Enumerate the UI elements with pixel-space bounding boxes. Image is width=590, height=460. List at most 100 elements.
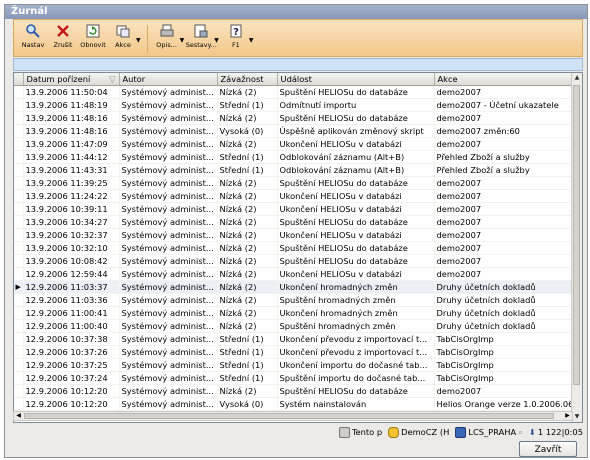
table-cell: Spuštění HELIOSu do databáze [277, 176, 435, 190]
table-row[interactable]: 13.9.2006 10:32:37 Systémový administ... N… [14, 228, 580, 242]
table-cell: 12.9.2006 10:12:20 [23, 397, 120, 411]
table-row[interactable]: 13.9.2006 11:47:09 Systémový administ... N… [14, 137, 580, 151]
close-button[interactable]: Zavřít [519, 441, 577, 457]
table-cell: Ukončení HELIOSu v databázi [277, 228, 435, 242]
table-cell: Systémový administ... [119, 176, 218, 190]
table-cell: Nízká (2) [217, 241, 278, 255]
table-cell: demo2007 [434, 384, 580, 398]
row-indicator [14, 189, 24, 203]
scroll-left-icon[interactable]: ◀ [14, 412, 23, 420]
scroll-down-icon[interactable]: ▼ [572, 412, 582, 422]
table-cell: Ukončení hromadných změn [277, 306, 435, 320]
actions-dropdown[interactable]: Akce ▼ [108, 23, 143, 49]
table-row[interactable]: 12.9.2006 10:37:38 Systémový administ... S… [14, 332, 580, 346]
row-indicator [14, 150, 24, 164]
table-row[interactable]: 13.9.2006 10:32:10 Systémový administ... N… [14, 241, 580, 255]
table-cell: Ukončení importu do dočasné tab... [277, 358, 435, 372]
table-row[interactable]: 13.9.2006 11:43:31 Systémový administ... S… [14, 163, 580, 177]
row-indicator [14, 306, 24, 320]
table-cell: 13.9.2006 11:24:22 [23, 189, 120, 203]
table-header: Datum pořízení ▽ Autor Závažnost Událost… [14, 73, 580, 86]
table-row[interactable]: 12.9.2006 11:03:36 Systémový administ... N… [14, 293, 580, 307]
scroll-up-icon[interactable]: ▲ [572, 73, 582, 83]
vertical-scrollbar[interactable]: ▲ ▼ [571, 73, 582, 422]
scrollbar-thumb[interactable] [573, 85, 580, 385]
table-cell: Systémový administ... [119, 358, 218, 372]
row-indicator [14, 267, 24, 281]
row-indicator: ▶ [14, 280, 24, 294]
table-row[interactable]: 13.9.2006 11:48:16 Systémový administ... N… [14, 111, 580, 125]
table-cell: 12.9.2006 12:59:44 [23, 267, 120, 281]
search-icon: ⌕ [518, 426, 523, 437]
journal-window: Žurnál Nastav Zrušit Obnovit Akce ▼ Opis… [4, 4, 588, 458]
table-row[interactable]: ▶ 12.9.2006 11:03:37 Systémový administ...… [14, 280, 580, 294]
column-header-severity[interactable]: Závažnost [217, 73, 278, 86]
table-row[interactable]: 13.9.2006 11:50:04 Systémový administ... N… [14, 85, 580, 99]
column-header-date[interactable]: Datum pořízení ▽ [23, 73, 120, 86]
table-cell: demo2007 [434, 137, 580, 151]
refresh-button[interactable]: Obnovit [78, 23, 108, 49]
delete-button[interactable]: Zrušit [48, 23, 78, 49]
table-row[interactable]: 12.9.2006 10:12:20 Systémový administ... N… [14, 384, 580, 398]
table-cell: Vysoká (0) [217, 397, 278, 411]
table-cell: Systémový administ... [119, 241, 218, 255]
table-cell: Systémový administ... [119, 98, 218, 112]
table-row[interactable]: 12.9.2006 10:12:20 Systémový administ... V… [14, 397, 580, 411]
table-cell: Systémový administ... [119, 384, 218, 398]
table-row[interactable]: 13.9.2006 11:48:16 Systémový administ... V… [14, 124, 580, 138]
row-indicator [14, 293, 24, 307]
actions-icon [115, 23, 131, 39]
table-cell: 13.9.2006 11:48:16 [23, 124, 120, 138]
table-cell: Nízká (2) [217, 189, 278, 203]
horizontal-scrollbar[interactable]: ◀ ▶ [13, 411, 573, 421]
table-cell: 12.9.2006 10:12:20 [23, 384, 120, 398]
table-row[interactable]: 12.9.2006 11:00:40 Systémový administ... N… [14, 319, 580, 333]
table-row[interactable]: 12.9.2006 10:37:24 Systémový administ... S… [14, 371, 580, 385]
reports-dropdown[interactable]: Sestavy... ▼ [186, 23, 221, 49]
table-cell: demo2007 [434, 215, 580, 229]
table-cell: Nízká (2) [217, 267, 278, 281]
table-row[interactable]: 13.9.2006 10:08:42 Systémový administ... N… [14, 254, 580, 268]
status-bar: Tento p DemoCZ (H LCS_PRAHA ⌕ ⬇ 1 122|0:… [13, 425, 583, 439]
row-indicator [14, 371, 24, 385]
search-button[interactable]: Nastav [18, 23, 48, 49]
column-header-event[interactable]: Událost [277, 73, 435, 86]
column-header-action[interactable]: Akce [434, 73, 580, 86]
table-row[interactable]: 12.9.2006 10:37:25 Systémový administ... S… [14, 358, 580, 372]
help-dropdown[interactable]: ? F1 ▼ [221, 23, 256, 49]
table-cell: Nízká (2) [217, 280, 278, 294]
scroll-right-icon[interactable]: ▶ [563, 412, 572, 420]
table-row[interactable]: 12.9.2006 11:00:41 Systémový administ... N… [14, 306, 580, 320]
table-cell: Systémový administ... [119, 202, 218, 216]
table-row[interactable]: 13.9.2006 11:48:19 Systémový administ... S… [14, 98, 580, 112]
table-cell: Nízká (2) [217, 306, 278, 320]
scrollbar-thumb[interactable] [24, 413, 554, 419]
row-indicator [14, 254, 24, 268]
table-cell: 12.9.2006 10:37:38 [23, 332, 120, 346]
table-cell: Nízká (2) [217, 202, 278, 216]
table-row[interactable]: 12.9.2006 12:59:44 Systémový administ... N… [14, 267, 580, 281]
user-icon: ⬇ [528, 427, 536, 437]
table-cell: TabCisOrgImp [434, 332, 580, 346]
table-row[interactable]: 13.9.2006 11:44:12 Systémový administ... S… [14, 150, 580, 164]
table-row[interactable]: 13.9.2006 11:24:22 Systémový administ... N… [14, 189, 580, 203]
table-row[interactable]: 13.9.2006 11:39:25 Systémový administ... N… [14, 176, 580, 190]
table-cell: Systémový administ... [119, 111, 218, 125]
table-cell: Ukončení HELIOSu v databázi [277, 202, 435, 216]
table-cell: 12.9.2006 11:00:40 [23, 319, 120, 333]
table-cell: Přehled Zboží a služby [434, 150, 580, 164]
table-row[interactable]: 12.9.2006 10:37:26 Systémový administ... S… [14, 345, 580, 359]
row-indicator [14, 137, 24, 151]
window-title: Žurnál [5, 5, 587, 19]
table-cell: Spuštění HELIOSu do databáze [277, 85, 435, 99]
table-cell: TabCisOrgImp [434, 358, 580, 372]
table-cell: Systémový administ... [119, 371, 218, 385]
row-indicator [14, 319, 24, 333]
journal-grid: Datum pořízení ▽ Autor Závažnost Událost… [13, 72, 583, 423]
table-cell: Spuštění HELIOSu do databáze [277, 254, 435, 268]
table-row[interactable]: 13.9.2006 10:39:11 Systémový administ... N… [14, 202, 580, 216]
column-header-author[interactable]: Autor [119, 73, 218, 86]
print-dropdown[interactable]: Opis... ▼ [152, 23, 187, 49]
filter-row[interactable] [13, 58, 583, 71]
table-row[interactable]: 13.9.2006 10:34:27 Systémový administ... N… [14, 215, 580, 229]
